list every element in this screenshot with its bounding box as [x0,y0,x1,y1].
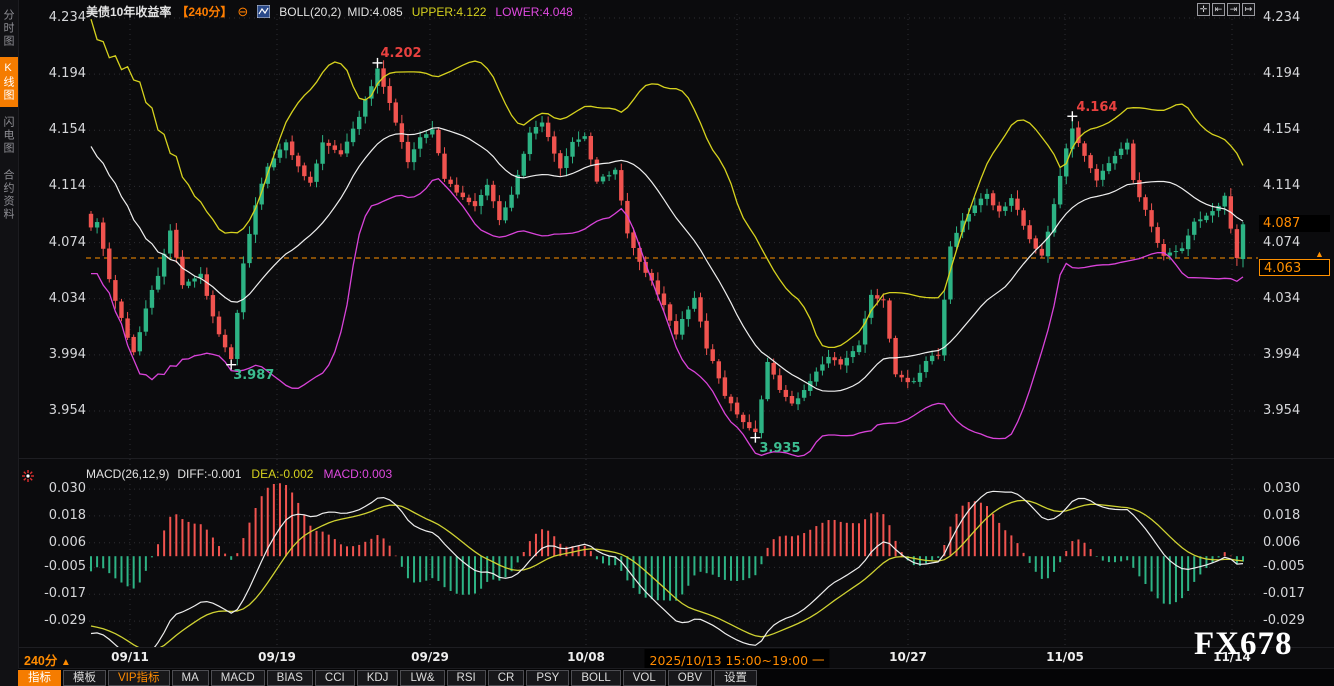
bollinger-upper-line [91,19,1243,347]
toolbar-button-template[interactable]: 模板 [63,670,106,686]
period-selector-arrow-icon: ▲ [61,657,71,668]
toolbar-button-indicator[interactable]: 指标 [18,670,61,686]
macd-dea-line [91,500,1243,650]
toolbar-button-vip指标[interactable]: VIP指标 [108,670,170,686]
pan-icon[interactable]: ✛ [1197,3,1210,16]
chart-title-bar: 美债10年收益率 【240分】 ⊖ BOLL(20,2) MID:4.085 U… [86,3,573,20]
bollinger-lower-line [91,179,1243,457]
chart-canvas[interactable] [0,0,1334,686]
boll-mid-value: MID:4.085 [347,5,402,19]
fit-left-icon[interactable]: ⇤ [1212,3,1225,16]
macd-header: MACD(26,12,9) DIFF:-0.001 DEA:-0.002 MAC… [86,467,392,481]
macd-diff-value: DIFF:-0.001 [177,467,241,481]
toolbar-button-psy[interactable]: PSY [526,670,569,686]
macd-params-label: MACD(26,12,9) [86,467,169,481]
chart-window-buttons: ✛⇤⇥↦ [1197,3,1255,16]
sidebar-item-kline-chart[interactable]: K线图 [0,57,18,107]
toolbar-button-macd[interactable]: MACD [211,670,265,686]
sidebar-item-time-chart[interactable]: 分时图 [0,4,18,53]
toolbar-button-kdj[interactable]: KDJ [357,670,399,686]
boll-lower-value: LOWER:4.048 [495,5,572,19]
watermark: FX678 [1194,626,1293,663]
toolbar-button-cr[interactable]: CR [488,670,525,686]
bollinger-mid-line [91,128,1243,392]
indicator-toolbar: 指标模板VIP指标MAMACDBIASCCIKDJLW&RSICRPSYBOLL… [18,668,1334,686]
sidebar-item-flash-chart[interactable]: 闪电图 [0,111,18,160]
period-selector-label: 240分 [24,654,57,668]
indicator-settings-icon[interactable] [21,469,35,483]
period-selector[interactable]: 240分 ▲ [24,650,71,669]
boll-params-label: BOLL(20,2) [279,5,341,19]
fit-right-icon[interactable]: ⇥ [1227,3,1240,16]
boll-indicator-icon[interactable] [257,5,270,18]
sidebar-item-contract-info[interactable]: 合约资料 [0,164,18,226]
toolbar-button-lw&[interactable]: LW& [400,670,444,686]
collapse-indicator-icon[interactable]: ⊖ [237,4,248,20]
toolbar-button-obv[interactable]: OBV [668,670,712,686]
chart-type-sidebar: 分时图 K线图 闪电图 合约资料 [0,0,19,686]
toolbar-button-bias[interactable]: BIAS [267,670,313,686]
toolbar-button-rsi[interactable]: RSI [447,670,486,686]
period-label[interactable]: 【240分】 [176,3,232,20]
axis-separator [18,647,1334,648]
trading-chart-app: 分时图 K线图 闪电图 合约资料 美债10年收益率 【240分】 ⊖ BOLL(… [0,0,1334,686]
instrument-title: 美债10年收益率 [86,3,171,20]
macd-macd-value: MACD:0.003 [323,467,392,481]
toolbar-button-设置[interactable]: 设置 [714,670,757,686]
panel-separator [18,458,1334,459]
go-to-latest-icon[interactable]: ↦ [1242,3,1255,16]
macd-histogram [91,483,1243,604]
toolbar-button-boll[interactable]: BOLL [571,670,620,686]
macd-diff-line [91,491,1243,661]
toolbar-button-cci[interactable]: CCI [315,670,355,686]
macd-dea-value: DEA:-0.002 [251,467,313,481]
toolbar-button-vol[interactable]: VOL [623,670,666,686]
boll-upper-value: UPPER:4.122 [412,5,487,19]
toolbar-button-ma[interactable]: MA [172,670,209,686]
